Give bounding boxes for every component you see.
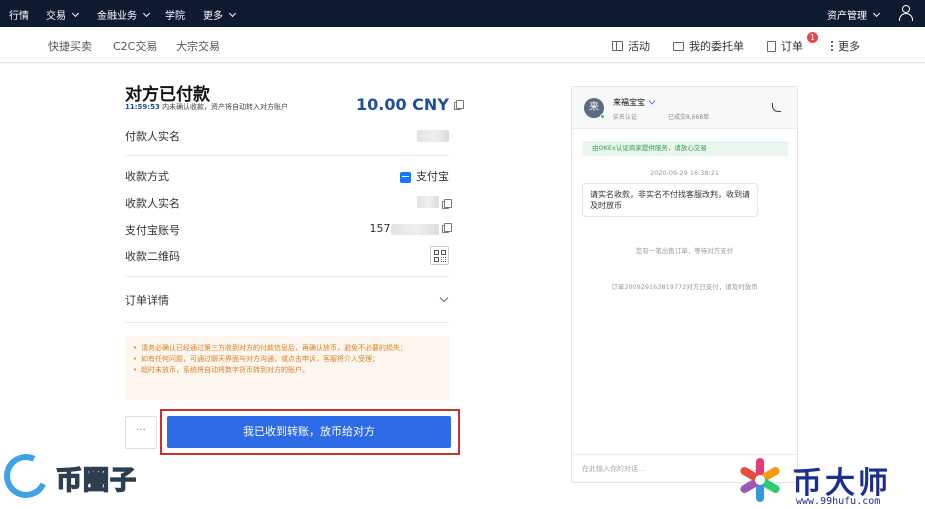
merchant-verified: 实名认证: [613, 114, 638, 121]
alipay-account-label: 支付宝账号: [125, 224, 180, 237]
warning-notice: 请务必确认已经通过第三方收到对方的付款信息后，再确认放币，避免不必要的损失； 如…: [125, 336, 449, 400]
tab-c2c[interactable]: C2C交易: [113, 38, 157, 54]
divider: [125, 276, 449, 277]
list-icon: [673, 41, 684, 51]
nav-trade[interactable]: 交易: [46, 7, 80, 22]
alipay-icon: [400, 171, 411, 183]
tab-block-trade[interactable]: 大宗交易: [176, 38, 220, 54]
payment-method-label: 收款方式: [125, 170, 169, 183]
my-orders-link[interactable]: 我的委托单: [673, 38, 744, 54]
watermark-url: www.99hufu.com: [796, 496, 881, 507]
copy-icon[interactable]: [442, 223, 452, 233]
watermark-left-text: 币圈子: [55, 465, 138, 497]
payment-method-value: 支付宝: [400, 168, 449, 184]
system-message: 您有一笔出售订单，等待对方支付: [635, 247, 734, 255]
divider: [125, 155, 449, 156]
online-status-icon: [600, 114, 605, 119]
merchant-name: 来福宝宝: [613, 97, 656, 108]
masked-text: [416, 196, 439, 208]
order-amount: 10.00 CNY: [356, 95, 465, 114]
secure-notice: 由OKEx认证商家提供服务，请放心交易: [582, 141, 788, 156]
message-timestamp: 2020-09-29 16:38:21: [649, 169, 720, 177]
sub-nav: 快捷买卖 C2C交易 大宗交易 活动 我的委托单 订单 1 更多: [0, 27, 925, 63]
ring-logo-icon: [0, 447, 55, 505]
chat-panel: 来 来福宝宝 实名认证 已成交8,668单 由OKEx认证商家提供服务，请放心交…: [571, 86, 798, 483]
chevron-down-icon: [142, 9, 151, 17]
payer-name-label: 付款人实名: [125, 130, 180, 143]
flower-logo-icon: [736, 456, 784, 504]
watermark-right-logo: 币大师 www.99hufu.com: [736, 452, 925, 509]
notice-item: 如有任何问题，可通过聊天界面与对方沟通，或点击申诉，客服将介入受理；: [133, 354, 441, 365]
verified-icon: [648, 97, 656, 105]
order-detail-label[interactable]: 订单详情: [125, 292, 169, 308]
orders-link[interactable]: 订单 1: [767, 32, 818, 54]
masked-text: [417, 130, 449, 142]
orders-badge: 1: [807, 32, 818, 43]
chevron-down-icon: [872, 9, 881, 17]
chat-message: 请实名收款，非实名不付找客服改判，收到请及时放币: [582, 183, 758, 217]
gift-icon: [612, 41, 623, 51]
user-icon[interactable]: [899, 5, 913, 21]
countdown-time: 11:59:53: [125, 103, 160, 111]
highlight-box: 我已收到转账，放币给对方: [160, 409, 460, 455]
nav-more[interactable]: 更多: [203, 7, 237, 22]
system-message: 订单2009291638197​72对方已支付，请及时放币: [611, 283, 758, 291]
notice-item: 超时未放币，系统将自动将数字货币转到对方的账户。: [133, 365, 441, 376]
more-vertical-icon: [831, 41, 833, 51]
alipay-account-value: 157: [370, 222, 452, 235]
watermark-left-logo: 币圈子: [0, 446, 154, 506]
chevron-down-icon: [71, 9, 80, 17]
copy-icon[interactable]: [454, 99, 465, 110]
countdown-notice: 11:59:53 内未确认收款，资产将自动转入对方账户: [125, 103, 289, 111]
copy-icon[interactable]: [442, 199, 452, 209]
activity-link[interactable]: 活动: [612, 38, 650, 54]
qr-code-label: 收款二维码: [125, 250, 180, 263]
more-options-button[interactable]: ···: [125, 416, 157, 449]
notice-item: 请务必确认已经通过第三方收到对方的付款信息后，再确认放币，避免不必要的损失；: [133, 343, 441, 354]
nav-finance[interactable]: 金融业务: [97, 7, 151, 22]
confirm-release-button[interactable]: 我已收到转账，放币给对方: [167, 416, 451, 448]
nav-academy[interactable]: 学院: [165, 7, 185, 22]
qr-code-icon[interactable]: [430, 246, 449, 265]
payer-name-value: [417, 130, 449, 145]
chat-header: 来 来福宝宝 实名认证 已成交8,668单: [572, 87, 797, 129]
masked-text: [390, 223, 439, 235]
nav-market[interactable]: 行情: [9, 7, 29, 22]
phone-icon[interactable]: [772, 103, 781, 112]
merchant-deals: 已成交8,668单: [668, 114, 710, 121]
chevron-down-icon: [228, 9, 237, 17]
tab-quick-trade[interactable]: 快捷买卖: [48, 38, 92, 54]
payee-name-value: [416, 196, 452, 211]
document-icon: [767, 40, 776, 52]
more-link[interactable]: 更多: [831, 38, 860, 54]
payee-name-label: 收款人实名: [125, 197, 180, 210]
top-nav: 行情 交易 金融业务 学院 更多 资产管理: [0, 0, 925, 27]
divider: [125, 322, 449, 323]
nav-asset-management[interactable]: 资产管理: [827, 7, 881, 22]
